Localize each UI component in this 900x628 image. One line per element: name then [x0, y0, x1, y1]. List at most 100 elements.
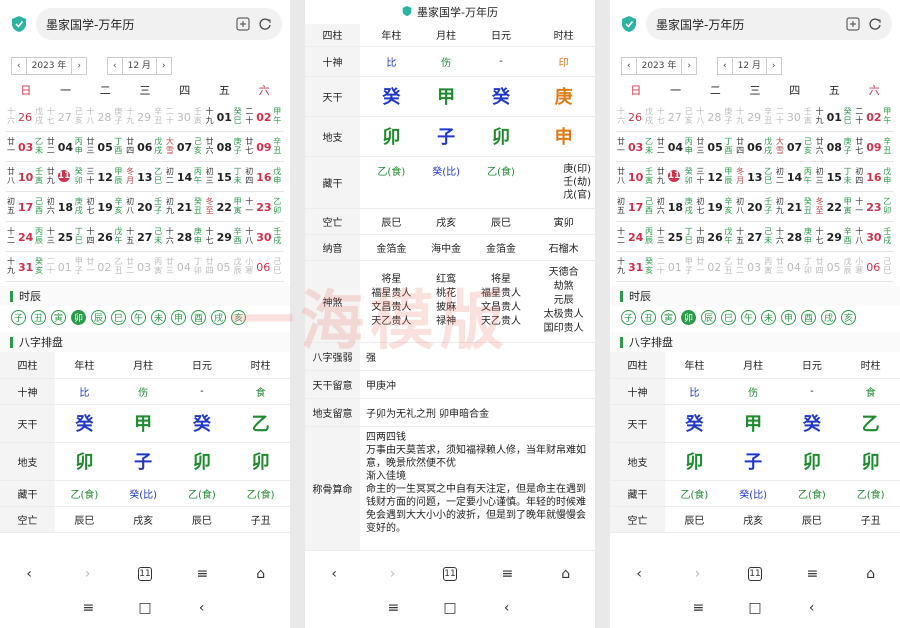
tabs-count-icon[interactable]: 11: [747, 567, 762, 581]
calendar-day[interactable]: 初四 16 戊申: [244, 162, 284, 192]
calendar-day[interactable]: 十四 26 戊午: [85, 222, 126, 252]
recents-icon[interactable]: ≡: [690, 600, 706, 616]
hour-button[interactable]: 巳: [721, 309, 736, 325]
bookmark-add-icon[interactable]: [236, 17, 250, 31]
calendar-day[interactable]: 初二 14 丙午: [774, 162, 815, 192]
calendar-day[interactable]: 初八 20 壬子: [735, 192, 775, 222]
calendar-day[interactable]: 初九 21 癸丑: [774, 192, 815, 222]
calendar-day[interactable]: 十七 27 己亥: [45, 102, 86, 132]
calendar-day[interactable]: 廿八 10 壬寅: [6, 162, 46, 192]
system-home-icon[interactable]: □: [747, 600, 763, 616]
prev-month-button[interactable]: ‹: [108, 58, 123, 74]
hour-button[interactable]: 未: [761, 309, 776, 325]
calendar-day[interactable]: 三十 12 甲辰: [85, 162, 126, 192]
calendar-day[interactable]: 十九 29 辛丑: [125, 102, 165, 132]
tabs-count-icon[interactable]: 11: [442, 567, 457, 581]
calendar-day[interactable]: 十六 28 庚申: [164, 222, 205, 252]
hour-button[interactable]: 辰: [91, 309, 106, 325]
back-icon[interactable]: ‹: [631, 566, 647, 582]
month-selector[interactable]: ‹ 12 月 ›: [716, 57, 782, 75]
home-icon[interactable]: ⌂: [863, 566, 879, 582]
calendar-day[interactable]: 初三 15 丁未: [204, 162, 245, 192]
calendar-day[interactable]: 十八 28 庚子: [695, 102, 736, 132]
calendar-day[interactable]: 十六 28 庚申: [774, 222, 815, 252]
back-icon[interactable]: ‹: [21, 566, 37, 582]
calendar-day[interactable]: 廿二 03 丙寅: [125, 252, 165, 282]
calendar-day[interactable]: 冬至 22 甲寅: [204, 192, 245, 222]
menu-icon[interactable]: ≡: [499, 566, 515, 582]
calendar-day[interactable]: 十七 27 己亥: [655, 102, 696, 132]
calendar-day[interactable]: 廿六 08 庚子: [814, 132, 855, 162]
calendar-day[interactable]: 初三 15 丁未: [814, 162, 855, 192]
year-selector[interactable]: ‹ 2023 年 ›: [621, 57, 697, 75]
prev-month-button[interactable]: ‹: [718, 58, 733, 74]
system-back-icon[interactable]: ‹: [499, 600, 515, 616]
calendar-day[interactable]: 小寒 06 己巳: [244, 252, 284, 282]
calendar-day[interactable]: 二十 01 甲子: [45, 252, 86, 282]
calendar-day[interactable]: 廿七 09 辛丑: [244, 132, 284, 162]
calendar-day[interactable]: 十一 23 乙卯: [244, 192, 284, 222]
calendar-day[interactable]: 廿一 02 乙丑: [695, 252, 736, 282]
month-selector[interactable]: ‹ 12 月 ›: [106, 57, 172, 75]
hour-button[interactable]: 申: [781, 309, 796, 325]
hour-button[interactable]: 丑: [31, 309, 46, 325]
hour-button[interactable]: 卯: [681, 309, 696, 325]
calendar-day[interactable]: 廿六 08 庚子: [204, 132, 245, 162]
tabs-count-icon[interactable]: 11: [137, 567, 152, 581]
forward-icon[interactable]: ›: [690, 566, 706, 582]
calendar-day[interactable]: 十七 29 辛酉: [814, 222, 855, 252]
calendar-day[interactable]: 廿一 03 乙未: [6, 132, 46, 162]
home-icon[interactable]: ⌂: [558, 566, 574, 582]
calendar-day[interactable]: 初二 14 丙午: [164, 162, 205, 192]
calendar-day[interactable]: 廿三 04 丁卯: [164, 252, 205, 282]
shield-icon[interactable]: [8, 13, 30, 35]
address-bar[interactable]: 墨家国学-万年历: [36, 8, 282, 40]
hour-button[interactable]: 寅: [661, 309, 676, 325]
calendar-day[interactable]: 廿八 10 壬寅: [616, 162, 656, 192]
recents-icon[interactable]: ≡: [385, 600, 401, 616]
menu-icon[interactable]: ≡: [194, 566, 210, 582]
forward-icon[interactable]: ›: [80, 566, 96, 582]
calendar-day[interactable]: 初七 19 辛亥: [85, 192, 126, 222]
calendar-day[interactable]: 十五 27 己未: [735, 222, 775, 252]
hour-button[interactable]: 午: [741, 309, 756, 325]
hour-button[interactable]: 酉: [191, 309, 206, 325]
calendar-day[interactable]: 廿三 04 丁卯: [774, 252, 815, 282]
calendar-day[interactable]: 初六 18 庚戌: [655, 192, 696, 222]
calendar-day[interactable]: 十三 25 丁巳: [45, 222, 86, 252]
calendar-day[interactable]: 大雪 07 己亥: [164, 132, 205, 162]
calendar-day[interactable]: 十四 26 戊午: [695, 222, 736, 252]
calendar-day[interactable]: 十八 30 壬戌: [244, 222, 284, 252]
menu-icon[interactable]: ≡: [804, 566, 820, 582]
system-back-icon[interactable]: ‹: [194, 600, 210, 616]
calendar-day[interactable]: 十九 31 癸亥: [616, 252, 656, 282]
calendar-day[interactable]: 廿三 05 丁酉: [695, 132, 736, 162]
calendar-day[interactable]: 廿九 11 癸卯: [655, 162, 696, 192]
calendar-day[interactable]: 初四 16 戊申: [854, 162, 894, 192]
system-home-icon[interactable]: □: [442, 600, 458, 616]
hour-button[interactable]: 申: [171, 309, 186, 325]
calendar-day[interactable]: 冬月 13 乙巳: [735, 162, 775, 192]
year-selector[interactable]: ‹ 2023 年 ›: [11, 57, 87, 75]
next-year-button[interactable]: ›: [72, 58, 86, 74]
next-year-button[interactable]: ›: [682, 58, 696, 74]
calendar-day[interactable]: 廿九 11 癸卯: [45, 162, 86, 192]
calendar-day[interactable]: 十一 23 乙卯: [854, 192, 894, 222]
calendar-day[interactable]: 二十 30 壬寅: [774, 102, 815, 132]
hour-button[interactable]: 寅: [51, 309, 66, 325]
calendar-day[interactable]: 初九 21 癸丑: [164, 192, 205, 222]
back-icon[interactable]: ‹: [326, 566, 342, 582]
calendar-day[interactable]: 十六 26 戊戌: [616, 102, 656, 132]
calendar-day[interactable]: 廿二 04 丙申: [45, 132, 86, 162]
calendar-day[interactable]: 廿七 09 辛丑: [854, 132, 894, 162]
calendar-day[interactable]: 冬月 13 乙巳: [125, 162, 165, 192]
calendar-day[interactable]: 廿四 05 戊辰: [814, 252, 855, 282]
forward-icon[interactable]: ›: [385, 566, 401, 582]
hour-button[interactable]: 丑: [641, 309, 656, 325]
next-month-button[interactable]: ›: [767, 58, 781, 74]
calendar-day[interactable]: 初六 18 庚戌: [45, 192, 86, 222]
bookmark-add-icon[interactable]: [846, 17, 860, 31]
hour-button[interactable]: 子: [621, 309, 636, 325]
calendar-day[interactable]: 廿四 06 戊戌: [125, 132, 165, 162]
hour-button[interactable]: 亥: [231, 309, 246, 325]
